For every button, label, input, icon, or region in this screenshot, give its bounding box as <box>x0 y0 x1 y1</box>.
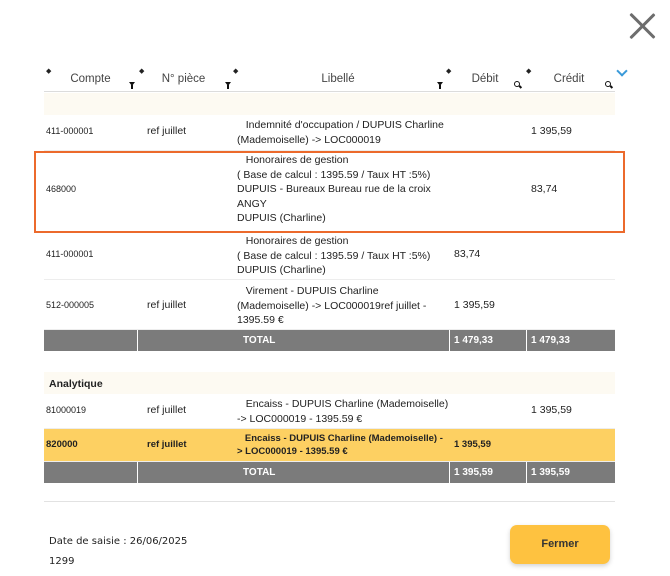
total-row: TOTAL 1 479,33 1 479,33 <box>44 330 615 351</box>
total-row: TOTAL 1 395,59 1 395,59 <box>44 462 615 483</box>
filter-icon[interactable] <box>129 82 135 89</box>
section-band <box>44 372 615 394</box>
libelle: Virement - DUPUIS Charline (Mademoiselle… <box>237 285 427 326</box>
highlight-box <box>34 151 625 233</box>
libelle: Encaiss - DUPUIS Charline (Mademoiselle)… <box>237 398 449 425</box>
table-row[interactable]: 411-000001 Honoraires de gestion ( Base … <box>44 233 615 280</box>
entry-date: Date de saisie : 26/06/2025 <box>49 536 188 547</box>
column-header-compte[interactable]: ◆ Compte <box>44 64 137 92</box>
section-title-analytique: Analytique <box>49 378 103 390</box>
libelle: Encaiss - DUPUIS Charline (Mademoiselle)… <box>237 433 443 457</box>
table-row[interactable]: 81000019 ref juillet Encaiss - DUPUIS Ch… <box>44 394 615 429</box>
column-header-piece[interactable]: ◆ N° pièce <box>137 64 231 92</box>
search-icon[interactable] <box>514 81 520 87</box>
entry-number: 1299 <box>49 556 75 567</box>
table-header: ◆ Compte ◆ N° pièce ◆ Libellé ◆ Débit ◆ … <box>44 64 628 92</box>
column-header-libelle[interactable]: ◆ Libellé <box>230 64 446 92</box>
close-icon[interactable] <box>627 11 657 41</box>
chevron-down-icon[interactable] <box>616 65 628 77</box>
fermer-button[interactable]: Fermer <box>510 525 610 564</box>
column-header-debit[interactable]: ◆ Débit <box>446 64 524 92</box>
libelle: Indemnité d'occupation / DUPUIS Charline… <box>237 119 444 146</box>
column-header-credit[interactable]: ◆ Crédit <box>524 64 614 92</box>
libelle: Honoraires de gestion ( Base de calcul :… <box>237 235 431 276</box>
ecriture-detail-modal: ◆ Compte ◆ N° pièce ◆ Libellé ◆ Débit ◆ … <box>0 0 670 576</box>
divider <box>44 501 615 502</box>
filter-icon[interactable] <box>437 82 443 89</box>
table-row-selected[interactable]: 820000 ref juillet Encaiss - DUPUIS Char… <box>44 429 615 462</box>
section-band <box>44 93 615 115</box>
table-row[interactable]: 512-000005 ref juillet Virement - DUPUIS… <box>44 280 615 330</box>
table-row[interactable]: 411-000001 ref juillet Indemnité d'occup… <box>44 115 615 151</box>
search-icon[interactable] <box>605 81 611 87</box>
